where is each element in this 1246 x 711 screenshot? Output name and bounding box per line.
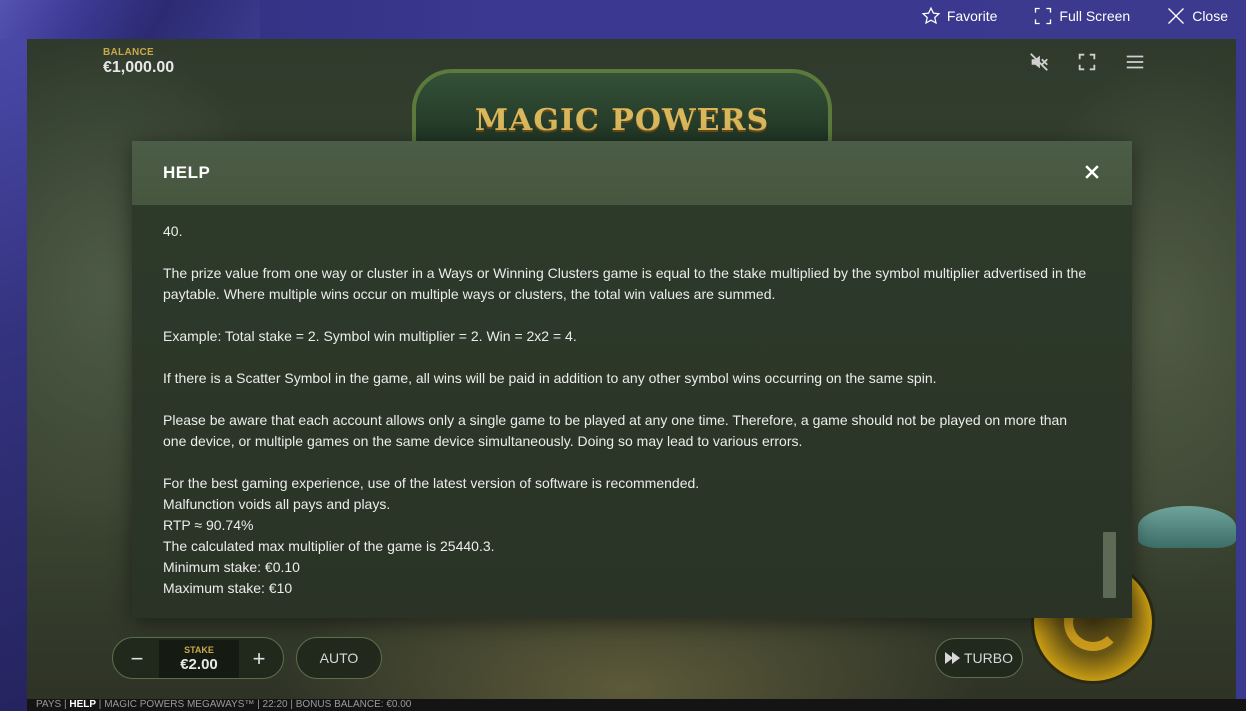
stake-increase-button[interactable]: + — [237, 638, 281, 680]
sound-muted-icon[interactable] — [1028, 51, 1050, 73]
help-line: The calculated max multiplier of the gam… — [163, 538, 495, 554]
stake-decrease-button[interactable]: − — [115, 638, 159, 680]
balance-display: BALANCE €1,000.00 — [103, 47, 174, 77]
left-frame — [0, 39, 27, 711]
close-label: Close — [1192, 8, 1228, 24]
turbo-button[interactable]: TURBO — [935, 638, 1023, 678]
turbo-label: TURBO — [964, 650, 1013, 666]
close-button[interactable]: Close — [1148, 0, 1246, 32]
help-paragraph: Please be aware that each account allows… — [163, 412, 1068, 449]
autoplay-button[interactable]: AUTO — [296, 637, 382, 679]
fullscreen-corners-icon — [1035, 7, 1052, 25]
help-content[interactable]: 40. The prize value from one way or clus… — [163, 221, 1093, 599]
right-frame — [1236, 39, 1246, 711]
footer-game-name: MAGIC POWERS MEGAWAYS™ — [104, 699, 255, 710]
help-line-min-stake: Minimum stake: €0.10 — [163, 559, 300, 575]
help-paragraph: 40. — [163, 223, 183, 239]
host-actions: Favorite Full Screen Close — [903, 0, 1246, 32]
help-line-max-stake: Maximum stake: €10 — [163, 580, 293, 596]
star-icon — [921, 6, 941, 25]
help-scrollbar-thumb[interactable] — [1103, 532, 1116, 598]
balance-value: €1,000.00 — [103, 59, 175, 76]
autoplay-label: AUTO — [319, 650, 359, 666]
status-bar: PAYS | HELP | MAGIC POWERS MEGAWAYS™ | 2… — [27, 699, 1246, 711]
help-line: For the best gaming experience, use of t… — [163, 475, 700, 491]
game-logo: MAGIC POWERS — [474, 103, 770, 138]
stake-label: STAKE — [184, 645, 214, 655]
host-toolbar: Favorite Full Screen Close — [0, 0, 1246, 39]
stake-control: − STAKE €2.00 + — [112, 637, 284, 679]
footer-time: 22:20 — [262, 699, 288, 710]
host-bar-decoration — [0, 0, 260, 39]
stake-value: €2.00 — [180, 656, 218, 673]
stake-display: STAKE €2.00 — [159, 640, 239, 678]
help-dialog-header: HELP — [132, 141, 1132, 205]
footer-help-link[interactable]: HELP — [69, 699, 96, 710]
help-title: HELP — [163, 163, 211, 182]
fullscreen-button[interactable]: Full Screen — [1015, 0, 1148, 32]
help-paragraph: If there is a Scatter Symbol in the game… — [163, 370, 937, 386]
help-paragraph: Example: Total stake = 2. Symbol win mul… — [163, 328, 577, 344]
balance-label: BALANCE — [103, 47, 154, 58]
favorite-button[interactable]: Favorite — [903, 0, 1016, 32]
help-dialog: HELP 40. The prize value from one way or… — [132, 141, 1132, 618]
favorite-label: Favorite — [946, 8, 998, 24]
footer-bonus-balance: BONUS BALANCE: €0.00 — [295, 699, 412, 710]
footer-pays-link[interactable]: PAYS — [36, 699, 61, 710]
help-paragraph: The prize value from one way or cluster … — [163, 265, 1087, 302]
fast-forward-icon — [945, 652, 960, 664]
help-line: Malfunction voids all pays and plays. — [163, 496, 391, 512]
game-toolbar — [1028, 51, 1146, 73]
help-line-rtp: RTP ≈ 90.74% — [163, 517, 254, 533]
mushroom-decoration — [1138, 506, 1236, 548]
close-x-icon — [1168, 8, 1185, 24]
help-close-icon[interactable] — [1082, 162, 1102, 182]
menu-icon[interactable] — [1124, 51, 1146, 73]
fullscreen-label: Full Screen — [1059, 8, 1131, 24]
fullscreen-icon[interactable] — [1076, 51, 1098, 73]
